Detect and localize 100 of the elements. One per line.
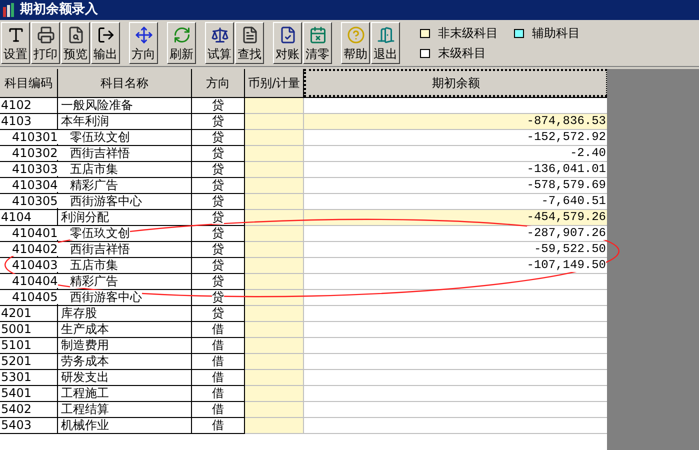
balance-amount: -107,149.50 [526, 258, 606, 272]
direction-text: 贷 [212, 130, 224, 144]
account-name: 五店市集 [70, 258, 118, 272]
printer-icon [36, 26, 54, 44]
door-icon [376, 26, 394, 44]
account-name: 精彩广告 [70, 274, 118, 288]
direction-text: 借 [212, 338, 224, 352]
scale-icon [210, 26, 228, 44]
account-code: 5301 [1, 370, 32, 384]
direction-text: 贷 [212, 146, 224, 160]
direction-text: 贷 [212, 242, 224, 256]
column-header[interactable]: 科目名称 [58, 69, 192, 97]
column-header[interactable]: 科目编码 [0, 69, 58, 97]
direction-text: 贷 [212, 178, 224, 192]
toolbar-button[interactable]: 刷新 [167, 22, 196, 64]
account-name: 本年利润 [61, 114, 109, 128]
account-name: 零伍玖文创 [70, 130, 130, 144]
toolbar-button[interactable]: 帮助 [341, 22, 370, 64]
direction-text: 贷 [212, 194, 224, 208]
grid-x-icon [308, 26, 326, 44]
column-header[interactable]: 币别/计量 [245, 69, 304, 97]
toolbar-button[interactable]: 退出 [371, 22, 400, 64]
account-code: 410404 [12, 274, 58, 288]
help-icon [346, 26, 364, 44]
account-name: 利润分配 [61, 210, 109, 224]
account-name: 零伍玖文创 [70, 226, 130, 240]
toolbar-button[interactable]: 方向 [129, 22, 158, 64]
window-title: 期初余额录入 [20, 0, 98, 20]
legend-label: 非末级科目 [438, 25, 498, 42]
toolbar-button[interactable]: 输出 [91, 22, 120, 64]
direction-text: 借 [212, 322, 224, 336]
balance-amount: -59,522.50 [534, 242, 606, 256]
direction-text: 贷 [212, 98, 224, 112]
balance-amount: -7,640.51 [541, 194, 606, 208]
account-name: 制造费用 [61, 338, 109, 352]
direction-text: 借 [212, 418, 224, 432]
account-code: 4103 [1, 114, 32, 128]
account-name: 五店市集 [70, 162, 118, 176]
direction-text: 贷 [212, 114, 224, 128]
balance-amount: -152,572.92 [526, 130, 606, 144]
type-icon [6, 26, 24, 44]
legend-label: 辅助科目 [532, 25, 580, 42]
account-code: 410305 [12, 194, 58, 208]
account-code: 410401 [12, 226, 58, 240]
account-code: 410303 [12, 162, 58, 176]
account-code: 5101 [1, 338, 32, 352]
refresh-icon [172, 26, 190, 44]
account-name: 西街游客中心 [70, 194, 142, 208]
account-code: 5201 [1, 354, 32, 368]
export-icon [96, 26, 114, 44]
direction-text: 贷 [212, 210, 224, 224]
account-code: 5402 [1, 402, 32, 416]
toolbar-button[interactable]: 预览 [61, 22, 90, 64]
account-name: 西街吉祥悟 [70, 242, 130, 256]
direction-text: 借 [212, 370, 224, 384]
account-code: 410301 [12, 130, 58, 144]
toolbar-button[interactable]: 对账 [273, 22, 302, 64]
toolbar-button[interactable]: 查找 [235, 22, 264, 64]
balance-amount: -287,907.26 [526, 226, 606, 240]
toolbar-button[interactable]: 清零 [303, 22, 332, 64]
account-name: 西街游客中心 [70, 290, 142, 304]
document-icon [240, 26, 258, 44]
direction-text: 贷 [212, 306, 224, 320]
direction-text: 贷 [212, 258, 224, 272]
legend-label: 末级科目 [438, 45, 486, 62]
column-header[interactable]: 期初余额 [304, 69, 607, 97]
direction-text: 贷 [212, 290, 224, 304]
account-name: 精彩广告 [70, 178, 118, 192]
document-check-icon [278, 26, 296, 44]
account-code: 4201 [1, 306, 32, 320]
column-header[interactable]: 方向 [192, 69, 245, 97]
account-name: 机械作业 [61, 418, 109, 432]
account-code: 5001 [1, 322, 32, 336]
toolbar-button[interactable]: 设置 [1, 22, 30, 64]
direction-text: 借 [212, 354, 224, 368]
account-code: 410304 [12, 178, 58, 192]
account-code: 410405 [12, 290, 58, 304]
account-code: 4102 [1, 98, 32, 112]
direction-text: 贷 [212, 162, 224, 176]
direction-text: 贷 [212, 226, 224, 240]
account-code: 410302 [12, 146, 58, 160]
account-code: 5401 [1, 386, 32, 400]
toolbar-button[interactable]: 打印 [31, 22, 60, 64]
account-code: 4104 [1, 210, 32, 224]
document-search-icon [66, 26, 84, 44]
account-name: 生产成本 [61, 322, 109, 336]
account-name: 库存股 [61, 306, 97, 320]
account-name: 西街吉祥悟 [70, 146, 130, 160]
toolbar-button[interactable]: 试算 [205, 22, 234, 64]
account-name: 工程结算 [61, 402, 109, 416]
account-name: 劳务成本 [61, 354, 109, 368]
direction-text: 借 [212, 386, 224, 400]
balance-amount: -874,836.53 [526, 114, 606, 128]
direction-text: 贷 [212, 274, 224, 288]
direction-text: 借 [212, 402, 224, 416]
account-code: 410403 [12, 258, 58, 272]
account-name: 一般风险准备 [61, 98, 133, 112]
app-icon [2, 3, 16, 17]
balance-amount: -454,579.26 [526, 210, 606, 224]
balance-amount: -136,041.01 [526, 162, 606, 176]
